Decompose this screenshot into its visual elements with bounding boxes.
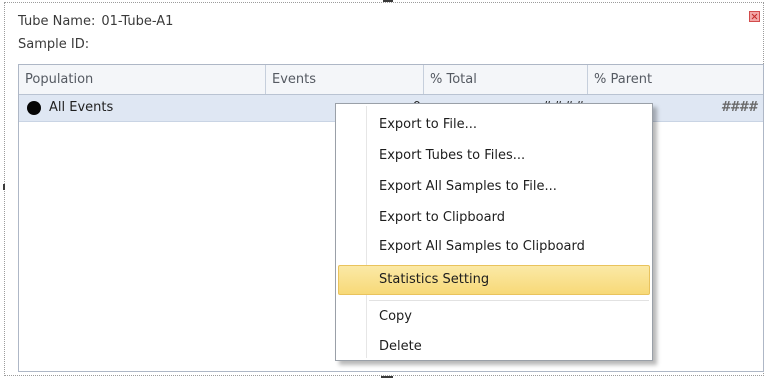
menu-item-delete[interactable]: Delete xyxy=(338,332,650,362)
column-header-parent[interactable]: % Parent xyxy=(588,65,763,94)
left-edge-mark xyxy=(3,184,5,190)
column-header-population[interactable]: Population xyxy=(19,65,266,94)
table-header: Population Events % Total % Parent xyxy=(19,65,763,95)
menu-item-export-to-file[interactable]: Export to File... xyxy=(338,110,650,140)
black-dot-icon xyxy=(27,101,41,115)
close-icon[interactable] xyxy=(749,11,760,22)
menu-item-export-all-samples-to-clipboard[interactable]: Export All Samples to Clipboard xyxy=(338,232,650,262)
menu-item-copy[interactable]: Copy xyxy=(338,302,650,332)
context-menu: Export to File... Export Tubes to Files.… xyxy=(335,103,653,361)
menu-item-export-all-samples-to-file[interactable]: Export All Samples to File... xyxy=(338,172,650,202)
sample-id-label: Sample ID: xyxy=(18,37,90,52)
population-cell: All Events xyxy=(49,100,114,115)
tube-name-label: Tube Name: xyxy=(18,14,96,29)
column-header-total[interactable]: % Total xyxy=(424,65,588,94)
menu-item-export-tubes-to-files[interactable]: Export Tubes to Files... xyxy=(338,141,650,171)
menu-separator xyxy=(369,300,649,301)
tube-name-line: Tube Name: 01-Tube-A1 xyxy=(18,14,173,29)
column-header-events[interactable]: Events xyxy=(266,65,424,94)
bottom-edge-mark xyxy=(381,376,393,378)
tube-name-value: 01-Tube-A1 xyxy=(101,14,174,29)
menu-item-export-to-clipboard[interactable]: Export to Clipboard xyxy=(338,203,650,233)
top-edge-mark xyxy=(383,0,393,2)
sample-id-line: Sample ID: xyxy=(18,37,95,52)
menu-item-statistics-setting[interactable]: Statistics Setting xyxy=(338,265,650,295)
